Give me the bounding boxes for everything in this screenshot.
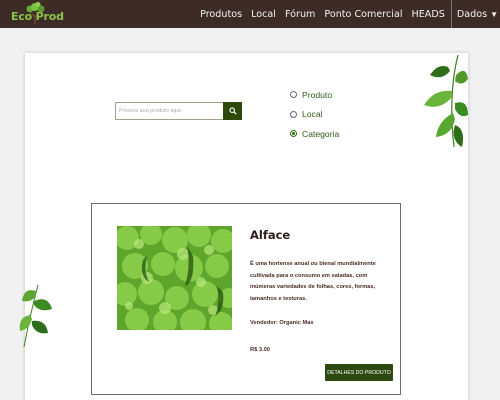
leaves-decoration-left: [19, 285, 52, 347]
search-filter: Produto Local Categoria: [290, 85, 339, 144]
nav-links: Produtos Local Fórum Ponto Comercial HEA…: [191, 0, 500, 28]
product-image: [117, 226, 232, 330]
caret-down-icon: ▼: [490, 9, 498, 19]
product-card: Alface É uma hortense anual ou bienal mu…: [91, 203, 401, 395]
nav-link-heads[interactable]: HEADS: [412, 9, 445, 20]
product-vendor: Vendedor: Organic Max: [250, 320, 314, 326]
radio-option-categoria[interactable]: Categoria: [290, 124, 339, 144]
radio-option-local[interactable]: Local: [290, 105, 339, 125]
user-menu-label: Dados: [456, 8, 488, 20]
search-button[interactable]: [223, 102, 242, 120]
radio-local[interactable]: [290, 110, 297, 118]
radio-label-produto: Produto: [302, 89, 333, 100]
radio-label-local: Local: [302, 109, 323, 120]
logo[interactable]: Eco Prod: [8, 2, 70, 24]
search-icon: [228, 107, 237, 115]
radio-option-produto[interactable]: Produto: [290, 85, 339, 105]
nav-link-produtos[interactable]: Produtos: [200, 9, 242, 20]
logo-text: Eco Prod: [11, 10, 64, 23]
nav-link-forum[interactable]: Fórum: [285, 9, 315, 20]
navbar: Eco Prod Produtos Local Fórum Ponto Come…: [0, 0, 500, 28]
search-input[interactable]: [115, 102, 223, 120]
product-description: É uma hortense anual ou bienal mundialme…: [250, 261, 376, 302]
radio-categoria[interactable]: [290, 130, 297, 138]
search-bar: [115, 102, 242, 120]
product-price: R$ 3.00: [250, 347, 270, 353]
user-menu[interactable]: Dados ▼: [457, 9, 498, 20]
product-name: Alface: [250, 228, 291, 242]
product-details-button[interactable]: DETALHES DO PRODUTO: [325, 364, 393, 381]
nav-link-local[interactable]: Local: [251, 9, 276, 20]
radio-produto[interactable]: [290, 91, 297, 99]
nav-divider: [450, 0, 452, 28]
nav-link-ponto-comercial[interactable]: Ponto Comercial: [324, 9, 402, 20]
leaves-decoration-right: [424, 55, 468, 148]
radio-label-categoria: Categoria: [302, 128, 340, 139]
